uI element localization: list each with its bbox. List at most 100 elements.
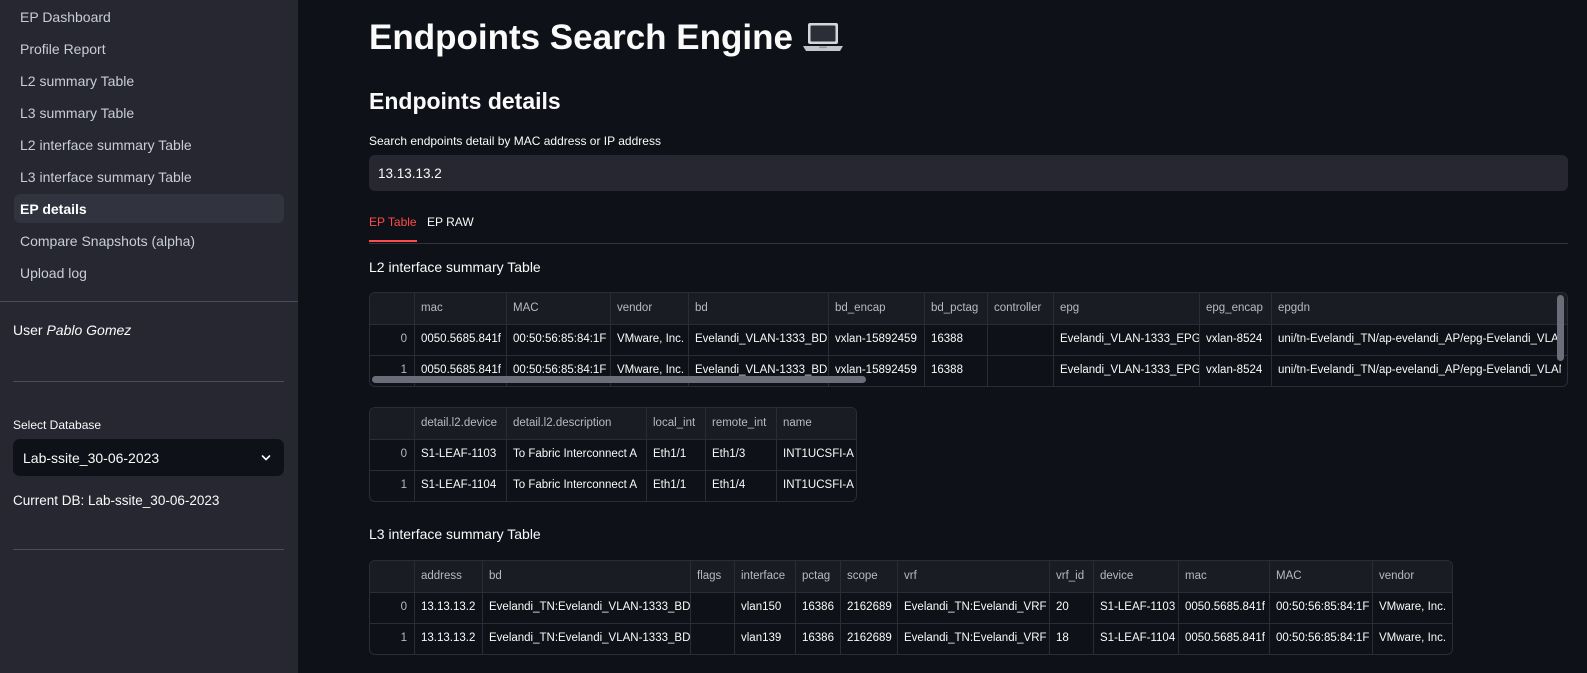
table-cell[interactable]: uni/tn-Evelandi_TN/ap-evelandi_AP/epg-Ev… — [1271, 324, 1561, 354]
horizontal-scrollbar[interactable] — [372, 376, 866, 383]
column-header-vendor[interactable]: vendor — [610, 293, 688, 323]
table-cell[interactable]: Eth1/3 — [705, 439, 776, 469]
table-cell[interactable]: vlan150 — [734, 592, 795, 622]
column-header-pctag[interactable]: pctag — [795, 561, 840, 591]
column-header-device[interactable]: device — [1093, 561, 1178, 591]
table-cell[interactable]: 16388 — [924, 355, 987, 385]
sidebar-item-compare-snapshots[interactable]: Compare Snapshots (alpha) — [14, 226, 284, 255]
column-header-vrf-id[interactable]: vrf_id — [1049, 561, 1093, 591]
column-header-mac[interactable]: mac — [414, 293, 506, 323]
column-header-bd-pctag[interactable]: bd_pctag — [924, 293, 987, 323]
column-header-interface[interactable]: interface — [734, 561, 795, 591]
column-header-description[interactable]: detail.l2.description — [506, 408, 646, 438]
table-cell[interactable]: 13.13.13.2 — [414, 623, 482, 653]
table-cell[interactable]: To Fabric Interconnect A — [506, 470, 646, 500]
table-cell[interactable]: Evelandi_VLAN-1333_BD — [688, 324, 828, 354]
table-cell[interactable]: 18 — [1049, 623, 1093, 653]
sidebar-item-l2-summary-table[interactable]: L2 summary Table — [14, 66, 284, 95]
table-cell[interactable]: 00:50:56:85:84:1F — [1269, 623, 1372, 653]
current-db-text: Current DB: Lab-ssite_30-06-2023 — [13, 493, 220, 508]
table-cell[interactable]: Evelandi_TN:Evelandi_VRF — [897, 623, 1049, 653]
table-cell[interactable]: 16388 — [924, 324, 987, 354]
table-cell[interactable]: Eth1/1 — [646, 470, 705, 500]
l2-section-title: L2 interface summary Table — [369, 259, 541, 275]
column-header-bd[interactable]: bd — [482, 561, 690, 591]
column-header-bd[interactable]: bd — [688, 293, 828, 323]
row-index: 0 — [400, 448, 407, 460]
search-input[interactable] — [369, 155, 1568, 191]
table-cell[interactable]: S1-LEAF-1104 — [1093, 623, 1178, 653]
l3-summary-dataframe[interactable]: address bd flags interface pctag scope v… — [369, 560, 1453, 655]
l2-summary-dataframe[interactable]: mac MAC vendor bd bd_encap bd_pctag cont… — [369, 292, 1568, 387]
column-header-epg[interactable]: epg — [1053, 293, 1199, 323]
column-header-name[interactable]: name — [776, 408, 856, 438]
tab-bar: EP Table EP RAW — [369, 213, 1568, 244]
table-cell[interactable]: 0050.5685.841f — [414, 324, 506, 354]
table-cell[interactable]: 0050.5685.841f — [1178, 592, 1269, 622]
l2-detail-dataframe[interactable]: detail.l2.device detail.l2.description l… — [369, 407, 857, 502]
table-cell[interactable]: Evelandi_VLAN-1333_EPG — [1053, 324, 1199, 354]
column-header-vrf[interactable]: vrf — [897, 561, 1049, 591]
table-cell[interactable]: Evelandi_VLAN-1333_EPG — [1053, 355, 1199, 385]
table-cell[interactable]: vxlan-8524 — [1199, 324, 1271, 354]
table-cell[interactable]: vxlan-8524 — [1199, 355, 1271, 385]
column-header-mac[interactable]: mac — [1178, 561, 1269, 591]
sidebar-item-l3-interface-summary-table[interactable]: L3 interface summary Table — [14, 162, 284, 191]
column-header-mac-upper[interactable]: MAC — [506, 293, 610, 323]
table-cell[interactable]: vlan139 — [734, 623, 795, 653]
table-cell[interactable]: INT1UCSFI-A — [776, 470, 856, 500]
sidebar: EP Dashboard Profile Report L2 summary T… — [0, 0, 298, 673]
table-cell[interactable]: Eth1/1 — [646, 439, 705, 469]
column-header-scope[interactable]: scope — [840, 561, 897, 591]
table-cell[interactable]: S1-LEAF-1103 — [414, 439, 506, 469]
sidebar-item-profile-report[interactable]: Profile Report — [14, 34, 284, 63]
column-header-device[interactable]: detail.l2.device — [414, 408, 506, 438]
column-header-mac-upper[interactable]: MAC — [1269, 561, 1372, 591]
table-cell[interactable]: 2162689 — [840, 592, 897, 622]
column-header-local-int[interactable]: local_int — [646, 408, 705, 438]
table-cell[interactable]: INT1UCSFI-A — [776, 439, 856, 469]
table-cell[interactable]: Evelandi_TN:Evelandi_VLAN-1333_BD — [482, 592, 690, 622]
table-cell[interactable]: VMware, Inc. — [1372, 623, 1452, 653]
table-cell[interactable]: 00:50:56:85:84:1F — [1269, 592, 1372, 622]
row-index: 1 — [400, 479, 407, 491]
tab-ep-raw[interactable]: EP RAW — [427, 213, 474, 241]
row-index: 0 — [400, 333, 407, 345]
table-cell[interactable]: 20 — [1049, 592, 1093, 622]
column-header-vendor[interactable]: vendor — [1372, 561, 1452, 591]
column-header-epg-encap[interactable]: epg_encap — [1199, 293, 1271, 323]
column-header-controller[interactable]: controller — [987, 293, 1053, 323]
column-header-flags[interactable]: flags — [690, 561, 734, 591]
table-cell[interactable]: To Fabric Interconnect A — [506, 439, 646, 469]
table-cell[interactable]: 16386 — [795, 623, 840, 653]
table-cell[interactable]: 0050.5685.841f — [1178, 623, 1269, 653]
table-cell[interactable]: 00:50:56:85:84:1F — [506, 324, 610, 354]
tab-ep-table[interactable]: EP Table — [369, 213, 417, 242]
sidebar-item-ep-details[interactable]: EP details — [14, 194, 284, 223]
table-cell[interactable]: Evelandi_TN:Evelandi_VLAN-1333_BD — [482, 623, 690, 653]
table-cell[interactable]: S1-LEAF-1104 — [414, 470, 506, 500]
table-cell[interactable]: vxlan-15892459 — [828, 324, 924, 354]
sidebar-item-l3-summary-table[interactable]: L3 summary Table — [14, 98, 284, 127]
table-cell[interactable]: uni/tn-Evelandi_TN/ap-evelandi_AP/epg-Ev… — [1271, 355, 1561, 385]
table-cell[interactable]: S1-LEAF-1103 — [1093, 592, 1178, 622]
table-cell[interactable]: 2162689 — [840, 623, 897, 653]
column-header-epgdn[interactable]: epgdn — [1271, 293, 1561, 323]
database-select[interactable]: Lab-ssite_30-06-2023 — [13, 439, 284, 476]
table-cell[interactable]: Eth1/4 — [705, 470, 776, 500]
column-header-address[interactable]: address — [414, 561, 482, 591]
sidebar-item-l2-interface-summary-table[interactable]: L2 interface summary Table — [14, 130, 284, 159]
column-header-remote-int[interactable]: remote_int — [705, 408, 776, 438]
table-cell[interactable]: Evelandi_TN:Evelandi_VRF — [897, 592, 1049, 622]
table-cell[interactable]: VMware, Inc. — [1372, 592, 1452, 622]
row-index: 0 — [400, 601, 407, 613]
vertical-scrollbar[interactable] — [1557, 295, 1564, 361]
sidebar-item-ep-dashboard[interactable]: EP Dashboard — [14, 2, 284, 31]
main-content: Endpoints Search Engine Endpoints detail… — [298, 0, 1587, 673]
app-root: EP Dashboard Profile Report L2 summary T… — [0, 0, 1587, 673]
table-cell[interactable]: 13.13.13.2 — [414, 592, 482, 622]
column-header-bd-encap[interactable]: bd_encap — [828, 293, 924, 323]
table-cell[interactable]: 16386 — [795, 592, 840, 622]
sidebar-item-upload-log[interactable]: Upload log — [14, 258, 284, 287]
table-cell[interactable]: VMware, Inc. — [610, 324, 688, 354]
